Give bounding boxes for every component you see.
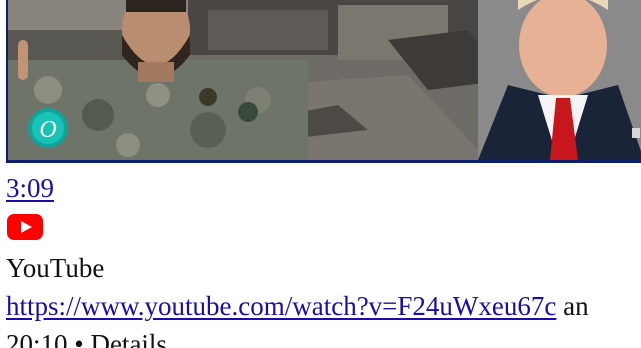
video-url-link[interactable]: https://www.youtube.com/watch?v=F24uWxeu…: [6, 291, 556, 321]
thumbnail-image: O: [8, 0, 641, 160]
youtube-icon: [7, 214, 43, 240]
video-thumbnail[interactable]: O: [6, 0, 641, 163]
video-url-line: https://www.youtube.com/watch?v=F24uWxeu…: [6, 290, 589, 322]
video-result-card: O 3:09 YouTube https://www.youtube.com/w…: [0, 0, 641, 348]
video-meta-line[interactable]: 20:10 • Details: [6, 328, 167, 348]
source-name: YouTube: [6, 253, 105, 283]
url-trailing-text: an: [556, 291, 589, 321]
channel-badge-letter: O: [39, 117, 56, 143]
video-duration-link[interactable]: 3:09: [6, 172, 54, 204]
